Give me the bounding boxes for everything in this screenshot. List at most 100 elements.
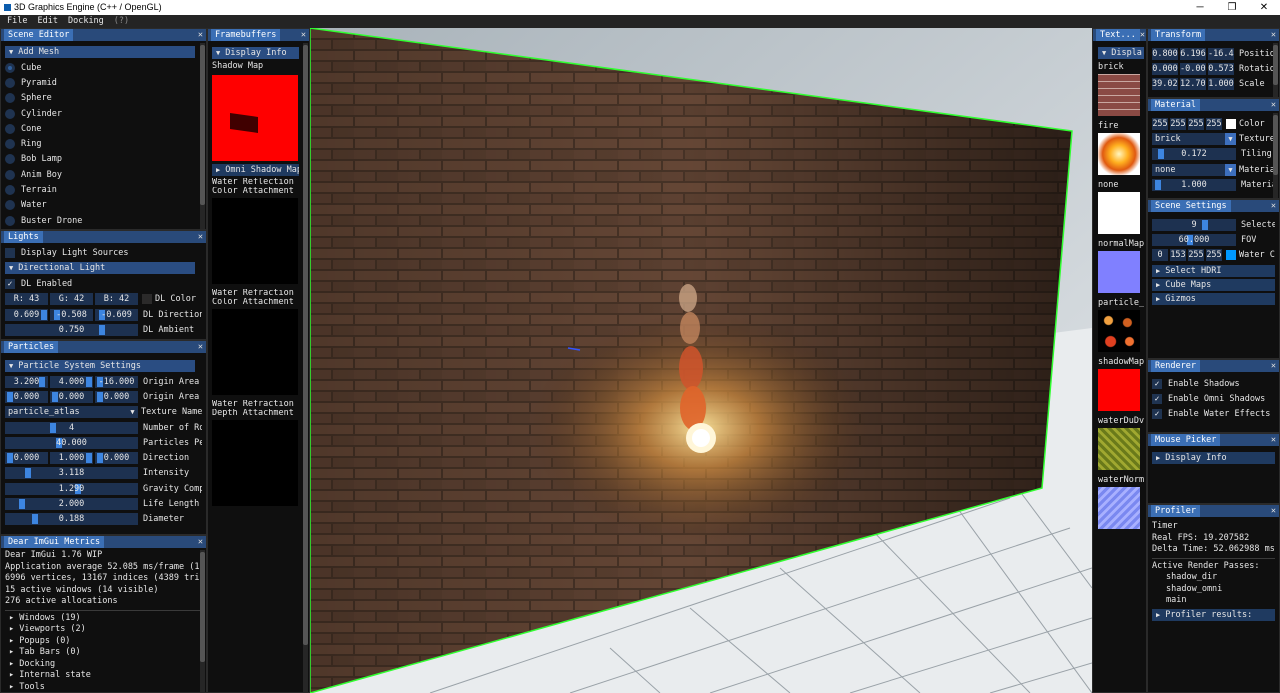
scale-z[interactable]: 1.000 bbox=[1208, 78, 1234, 91]
framebuffers-titlebar[interactable]: Framebuffers ✕ bbox=[208, 29, 309, 41]
metrics-tree-node[interactable]: ▸ Docking bbox=[5, 659, 202, 671]
material-color-b[interactable]: 255 bbox=[1188, 117, 1204, 130]
dl-color-b[interactable]: B: 42 bbox=[95, 293, 138, 306]
profiler-title[interactable]: Profiler bbox=[1151, 505, 1200, 517]
dl-color-g[interactable]: G: 42 bbox=[50, 293, 93, 306]
menu-help[interactable]: (?) bbox=[114, 15, 129, 28]
profiler-titlebar[interactable]: Profiler ✕ bbox=[1148, 505, 1279, 517]
texture-thumbnail-fire[interactable] bbox=[1098, 133, 1140, 175]
number-of-rows-slider[interactable]: 4 bbox=[5, 421, 138, 434]
mesh-option-bob-lamp[interactable]: Bob Lamp bbox=[5, 152, 202, 167]
mesh-option-water[interactable]: Water bbox=[5, 198, 202, 213]
origin-pos-z[interactable]: -16.000 bbox=[95, 375, 138, 388]
tiling-slider[interactable]: 0.172 bbox=[1152, 148, 1236, 161]
close-icon[interactable]: ✕ bbox=[198, 537, 203, 547]
position-z[interactable]: -16.47 bbox=[1208, 47, 1234, 60]
mesh-option-pyramid[interactable]: Pyramid bbox=[5, 75, 202, 90]
renderer-titlebar[interactable]: Renderer ✕ bbox=[1148, 360, 1279, 372]
life-length-slider[interactable]: 2.000 bbox=[5, 498, 138, 511]
metrics-tree-node[interactable]: ▸ Internal state bbox=[5, 670, 202, 682]
rotation-z[interactable]: 0.573 bbox=[1208, 62, 1234, 75]
radio-icon[interactable] bbox=[5, 77, 15, 88]
dl-direction-z[interactable]: -0.609 bbox=[95, 308, 138, 321]
material-color-a[interactable]: 255 bbox=[1206, 117, 1222, 130]
material-titlebar[interactable]: Material ✕ bbox=[1148, 99, 1279, 111]
dl-enabled-checkbox[interactable]: ✓ DL Enabled bbox=[5, 276, 202, 291]
display-light-sources-checkbox[interactable]: Display Light Sources bbox=[5, 245, 202, 260]
renderer-option-checkbox[interactable]: ✓ Enable Shadows bbox=[1152, 376, 1275, 391]
material-texture-combo[interactable]: brick ▼ bbox=[1152, 132, 1236, 145]
particles-titlebar[interactable]: Particles ✕ bbox=[1, 341, 206, 353]
direction-z[interactable]: 0.000 bbox=[95, 452, 138, 465]
material-color-g[interactable]: 255 bbox=[1170, 117, 1186, 130]
check-icon[interactable]: ✓ bbox=[5, 278, 15, 289]
origin-size-z[interactable]: 0.000 bbox=[95, 390, 138, 403]
display-info-header[interactable]: ▼ Display Info bbox=[212, 47, 299, 59]
radio-icon[interactable] bbox=[5, 108, 15, 119]
header-cube-maps[interactable]: ▶ Cube Maps bbox=[1152, 278, 1275, 291]
textures-titlebar[interactable]: Text... ✕ bbox=[1093, 29, 1146, 41]
close-icon[interactable]: ✕ bbox=[1271, 201, 1276, 211]
close-icon[interactable]: ✕ bbox=[198, 342, 203, 352]
dl-color-swatch[interactable] bbox=[142, 294, 152, 305]
direction-y[interactable]: 1.000 bbox=[50, 452, 93, 465]
water-color-b[interactable]: 255 bbox=[1188, 249, 1204, 262]
particle-settings-header[interactable]: ▼ Particle System Settings bbox=[5, 360, 195, 372]
metrics-tree-node[interactable]: ▸ Popups (0) bbox=[5, 636, 202, 648]
texture-thumbnail-waternormal[interactable] bbox=[1098, 487, 1140, 529]
metrics-tree-node[interactable]: ▸ Windows (19) bbox=[5, 613, 202, 625]
metrics-tree-node[interactable]: ▸ Tools bbox=[5, 682, 202, 693]
mesh-option-cylinder[interactable]: Cylinder bbox=[5, 106, 202, 121]
scrollbar[interactable] bbox=[303, 43, 308, 692]
header-select-hdri[interactable]: ▶ Select HDRI bbox=[1152, 264, 1275, 277]
direction-x[interactable]: 0.000 bbox=[5, 452, 48, 465]
particles-per-slider[interactable]: 40.000 bbox=[5, 436, 138, 449]
scene-editor-title[interactable]: Scene Editor bbox=[4, 29, 74, 41]
radio-icon[interactable] bbox=[5, 93, 15, 104]
checkbox-icon[interactable] bbox=[5, 247, 15, 258]
radio-icon[interactable] bbox=[5, 62, 15, 73]
dl-ambient-slider[interactable]: 0.750 bbox=[5, 323, 138, 336]
metrics-tree-node[interactable]: ▸ Tab Bars (0) bbox=[5, 647, 202, 659]
dl-color-r[interactable]: R: 43 bbox=[5, 293, 48, 306]
lights-titlebar[interactable]: Lights ✕ bbox=[1, 231, 206, 243]
scrollbar[interactable] bbox=[1273, 43, 1278, 97]
directional-light-header[interactable]: ▼ Directional Light bbox=[5, 262, 195, 275]
scrollbar[interactable] bbox=[200, 43, 205, 229]
texture-thumbnail-brick[interactable] bbox=[1098, 74, 1140, 116]
profiler-results-header[interactable]: ▶ Profiler results: bbox=[1152, 608, 1275, 621]
origin-size-x[interactable]: 0.000 bbox=[5, 390, 48, 403]
rotation-x[interactable]: 0.000 bbox=[1152, 62, 1178, 75]
lights-title[interactable]: Lights bbox=[4, 231, 43, 243]
close-icon[interactable]: ✕ bbox=[1271, 100, 1276, 110]
origin-size-y[interactable]: 0.000 bbox=[50, 390, 93, 403]
check-icon[interactable]: ✓ bbox=[1152, 393, 1162, 404]
mouse-picker-titlebar[interactable]: Mouse Picker ✕ bbox=[1148, 434, 1279, 446]
material-color-swatch[interactable] bbox=[1226, 118, 1236, 129]
framebuffers-title[interactable]: Framebuffers bbox=[211, 29, 281, 41]
mouse-picker-display-info-header[interactable]: ▶ Display Info bbox=[1152, 452, 1275, 464]
radio-icon[interactable] bbox=[5, 215, 15, 226]
water-color-a[interactable]: 255 bbox=[1206, 249, 1222, 262]
texture-thumbnail-particles[interactable] bbox=[1098, 310, 1140, 352]
fov-slider[interactable]: 60.000 bbox=[1152, 233, 1236, 246]
mesh-option-cube[interactable]: Cube bbox=[5, 60, 202, 75]
scale-x[interactable]: 39.025 bbox=[1152, 78, 1178, 91]
mesh-option-sphere[interactable]: Sphere bbox=[5, 91, 202, 106]
scrollbar[interactable] bbox=[1273, 113, 1278, 198]
close-icon[interactable]: ✕ bbox=[1271, 435, 1276, 445]
scene-render[interactable] bbox=[310, 28, 1092, 693]
radio-icon[interactable] bbox=[5, 185, 15, 196]
mesh-option-anim-boy[interactable]: Anim Boy bbox=[5, 167, 202, 182]
menu-file[interactable]: File bbox=[7, 15, 27, 28]
renderer-option-checkbox[interactable]: ✓ Enable Water Effects bbox=[1152, 407, 1275, 422]
mesh-option-ring[interactable]: Ring bbox=[5, 136, 202, 151]
header-gizmos[interactable]: ▶ Gizmos bbox=[1152, 292, 1275, 305]
rotation-y[interactable]: -0.000 bbox=[1180, 62, 1206, 75]
metrics-titlebar[interactable]: Dear ImGui Metrics ✕ bbox=[1, 536, 206, 548]
texture-thumbnail-normal[interactable] bbox=[1098, 251, 1140, 293]
minimize-button[interactable]: ─ bbox=[1184, 0, 1216, 15]
textures-title[interactable]: Text... bbox=[1096, 29, 1140, 41]
close-icon[interactable]: ✕ bbox=[1271, 506, 1276, 516]
particles-title[interactable]: Particles bbox=[4, 341, 59, 353]
